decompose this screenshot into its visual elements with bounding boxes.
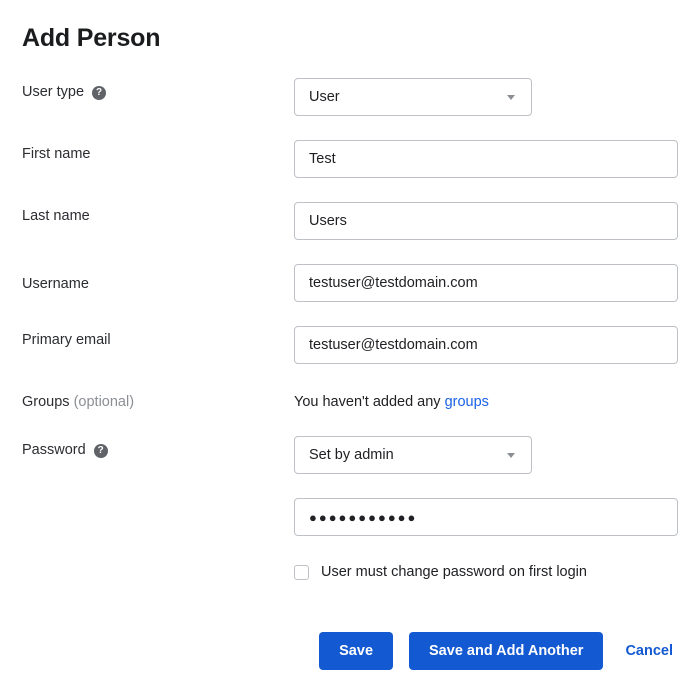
force-password-change-checkbox[interactable]	[294, 564, 309, 580]
save-button[interactable]: Save	[319, 632, 394, 670]
help-icon[interactable]: ?	[93, 444, 108, 458]
add-person-form: Add Person User type? User First name Te…	[0, 0, 695, 684]
first-name-input[interactable]: Test	[294, 140, 678, 178]
groups-empty-text: You haven't added any	[294, 394, 441, 410]
last-name-label: Last name	[22, 208, 90, 224]
username-value: testuser@testdomain.com	[309, 275, 478, 291]
chevron-down-icon	[507, 94, 515, 100]
force-password-change-label: User must change password on first login	[321, 564, 587, 580]
save-and-add-another-button[interactable]: Save and Add Another	[409, 632, 604, 670]
primary-email-value: testuser@testdomain.com	[309, 337, 478, 353]
password-input[interactable]: ●●●●●●●●●●●	[294, 498, 678, 536]
user-type-select[interactable]: User	[294, 78, 532, 116]
groups-optional-suffix: (optional)	[73, 394, 135, 410]
username-label: Username	[22, 276, 89, 292]
form-actions: Save Save and Add Another Cancel	[0, 632, 673, 670]
groups-label-text: Groups	[22, 394, 70, 410]
password-label: Password?	[22, 441, 108, 459]
username-input[interactable]: testuser@testdomain.com	[294, 264, 678, 302]
groups-empty-state: You haven't added any groups	[294, 393, 489, 411]
help-icon[interactable]: ?	[92, 86, 107, 100]
force-password-change-checkbox-row[interactable]: User must change password on first login	[294, 563, 587, 581]
password-label-text: Password	[22, 442, 86, 458]
first-name-label: First name	[22, 146, 91, 162]
last-name-input[interactable]: Users	[294, 202, 678, 240]
password-mode-selected-value: Set by admin	[309, 447, 394, 463]
groups-link[interactable]: groups	[445, 394, 489, 410]
groups-label: Groups (optional)	[22, 393, 134, 411]
primary-email-input[interactable]: testuser@testdomain.com	[294, 326, 678, 364]
user-type-selected-value: User	[309, 89, 340, 105]
first-name-value: Test	[309, 151, 336, 167]
password-mode-select[interactable]: Set by admin	[294, 436, 532, 474]
user-type-label: User type?	[22, 83, 107, 101]
password-masked-value: ●●●●●●●●●●●	[309, 509, 418, 525]
cancel-button[interactable]: Cancel	[625, 643, 673, 659]
last-name-value: Users	[309, 213, 347, 229]
page-title: Add Person	[22, 24, 161, 52]
primary-email-label: Primary email	[22, 332, 111, 348]
chevron-down-icon	[507, 452, 515, 458]
user-type-label-text: User type	[22, 84, 85, 100]
